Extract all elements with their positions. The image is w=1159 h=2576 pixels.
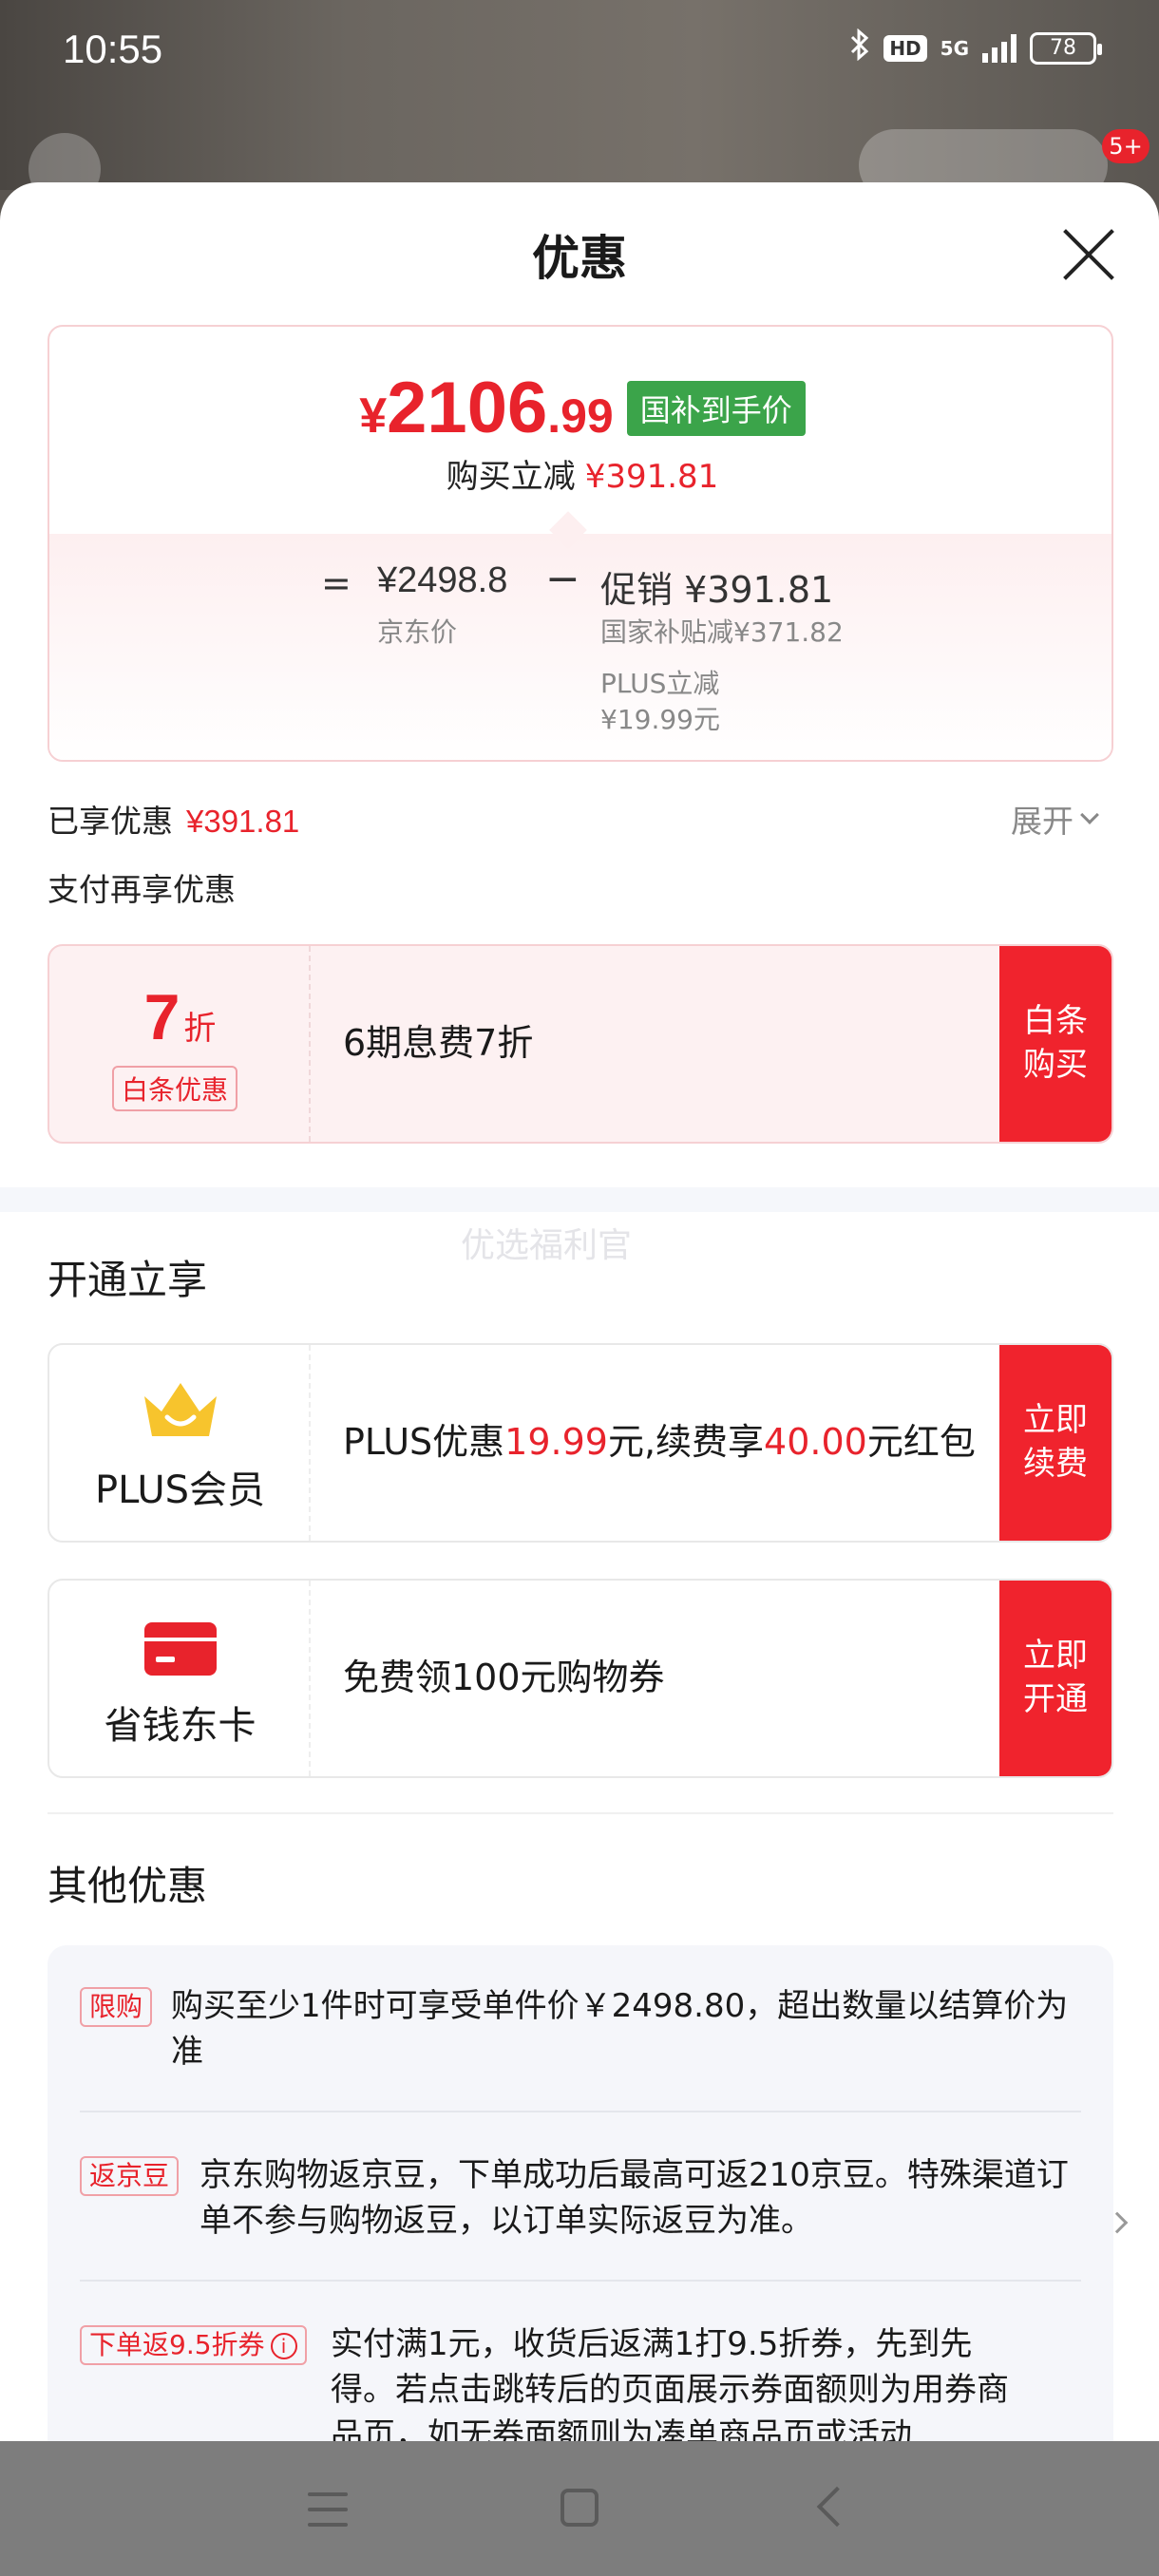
final-price: ¥2106.99 国补到手价 bbox=[49, 367, 1112, 449]
coupon-text: 实付满1元，收货后返满1打9.5折券，先到先得。若点击跳转后的页面展示券面额则为… bbox=[331, 2325, 1009, 2454]
discount-number: 7 bbox=[143, 981, 180, 1053]
discount-unit: 折 bbox=[183, 1010, 217, 1048]
jd-price-value: ¥2498.8 bbox=[377, 560, 508, 600]
final-price-value: ¥2106.99 bbox=[359, 368, 614, 448]
plus-member: PLUS会员 bbox=[49, 1345, 311, 1541]
status-bar: 10:55 HD 5G 78 bbox=[0, 0, 1159, 104]
status-time: 10:55 bbox=[63, 27, 163, 71]
chevron-down-icon bbox=[1080, 805, 1099, 824]
close-icon[interactable] bbox=[1060, 226, 1117, 283]
plus-offer-card: PLUS会员 PLUS优惠19.99元,续费享40.00元红包 立即续费 bbox=[48, 1343, 1113, 1543]
sheet-title: 优惠 bbox=[532, 231, 627, 286]
plus-reduce-value: ¥19.99元 bbox=[600, 704, 720, 735]
cart-badge: 5+ bbox=[1102, 129, 1150, 163]
signal-icon bbox=[982, 34, 1016, 63]
open-section-title: 开通立享 bbox=[48, 1257, 208, 1303]
promo-value: 促销 ¥391.81 bbox=[600, 569, 834, 611]
limit-text: 购买至少1件时可享受单件价￥2498.80，超出数量以结算价为准 bbox=[171, 1987, 1069, 2071]
price-card: ¥2106.99 国补到手价 购买立减 ¥391.81 = ¥2498.8 京东价… bbox=[48, 325, 1113, 762]
bluetooth-icon bbox=[849, 28, 870, 68]
baitiao-tag: 白条优惠 bbox=[112, 1066, 238, 1111]
equals-sign: = bbox=[321, 562, 352, 604]
card-icon bbox=[144, 1622, 217, 1676]
expand-button[interactable]: 展开 bbox=[1011, 796, 1099, 842]
home-icon[interactable] bbox=[560, 2489, 598, 2527]
national-subsidy-line: 国家补贴减¥371.82 bbox=[600, 616, 844, 648]
battery-icon: 78 bbox=[1030, 32, 1102, 65]
discount-sheet: 优惠 ¥2106.99 国补到手价 购买立减 ¥391.81 = ¥2498.8 … bbox=[0, 182, 1159, 2576]
divider bbox=[48, 1812, 1113, 1814]
crown-icon bbox=[144, 1383, 217, 1436]
plus-member-label: PLUS会员 bbox=[94, 1468, 266, 1512]
plus-reduce-line: PLUS立减 bbox=[600, 668, 720, 699]
subsidy-price-tag: 国补到手价 bbox=[626, 381, 806, 436]
baitiao-offer-card: 7折 白条优惠 6期息费7折 白条购买 bbox=[48, 944, 1113, 1144]
info-icon[interactable]: i bbox=[270, 2333, 297, 2359]
price-summary: ¥2106.99 国补到手价 购买立减 ¥391.81 bbox=[49, 327, 1112, 534]
other-section-title: 其他优惠 bbox=[48, 1863, 208, 1909]
plus-description: PLUS优惠19.99元,续费享40.00元红包 bbox=[343, 1421, 976, 1464]
status-icons: HD 5G 78 bbox=[849, 28, 1102, 68]
coupon-tag: 下单返9.5折券 i bbox=[80, 2325, 307, 2365]
pay-more-label: 支付再享优惠 bbox=[48, 871, 236, 908]
enjoyed-discount: 已享优惠 ¥391.81 bbox=[48, 803, 300, 840]
row-divider bbox=[80, 2280, 1081, 2282]
baitiao-description: 6期息费7折 bbox=[343, 1022, 534, 1065]
card-open-button[interactable]: 立即开通 bbox=[999, 1581, 1112, 1776]
network-label: 5G bbox=[940, 37, 969, 60]
section-separator bbox=[0, 1187, 1159, 1212]
menu-icon[interactable] bbox=[308, 2492, 348, 2527]
list-item: 返京豆 京东购物返京豆，下单成功后最高可返210京豆。特殊渠道订单不参与购物返豆… bbox=[80, 2152, 1081, 2240]
baitiao-discount: 7折 白条优惠 bbox=[49, 946, 311, 1142]
savings-card: 省钱东卡 bbox=[49, 1581, 311, 1776]
savings-card-label: 省钱东卡 bbox=[104, 1704, 256, 1748]
limit-tag: 限购 bbox=[80, 1987, 153, 2027]
hd-icon: HD bbox=[884, 35, 927, 62]
jd-price-label: 京东价 bbox=[377, 616, 458, 648]
back-icon[interactable] bbox=[816, 2486, 858, 2528]
row-divider bbox=[80, 2111, 1081, 2112]
list-item: 限购 购买至少1件时可享受单件价￥2498.80，超出数量以结算价为准 bbox=[80, 1983, 1081, 2071]
price-breakdown: = ¥2498.8 京东价 − 促销 ¥391.81 国家补贴减¥371.82 … bbox=[49, 534, 1112, 760]
instant-reduce: 购买立减 ¥391.81 bbox=[446, 458, 719, 496]
system-nav-bar bbox=[0, 2441, 1159, 2576]
jingdou-tag: 返京豆 bbox=[80, 2156, 180, 2196]
minus-sign: − bbox=[545, 555, 580, 603]
card-offer-card: 省钱东卡 免费领100元购物券 立即开通 bbox=[48, 1579, 1113, 1778]
plus-renew-button[interactable]: 立即续费 bbox=[999, 1345, 1112, 1541]
jingdou-text: 京东购物返京豆，下单成功后最高可返210京豆。特殊渠道订单不参与购物返豆，以订单… bbox=[200, 2156, 1069, 2240]
card-description: 免费领100元购物券 bbox=[343, 1657, 665, 1699]
baitiao-buy-button[interactable]: 白条购买 bbox=[999, 946, 1112, 1142]
